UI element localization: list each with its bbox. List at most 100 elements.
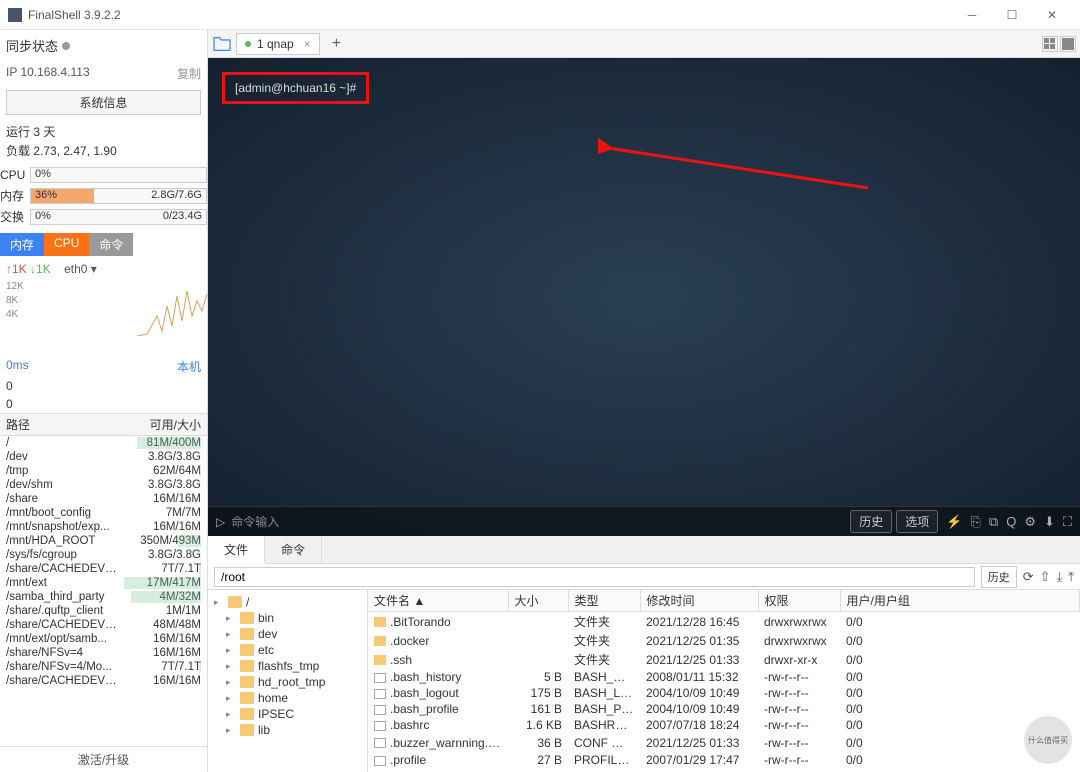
file-row[interactable]: .bashrc1.6 KBBASHRC ...2007/07/18 18:24-… bbox=[368, 717, 1080, 733]
add-tab-button[interactable]: + bbox=[324, 35, 349, 53]
disk-row[interactable]: /dev3.8G/3.8G bbox=[0, 450, 207, 464]
view-single-button[interactable] bbox=[1060, 36, 1076, 52]
window-title: FinalShell 3.9.2.2 bbox=[28, 8, 952, 22]
terminal[interactable]: [admin@hchuan16 ~]# bbox=[208, 58, 1080, 506]
disk-row[interactable]: /mnt/ext17M/417M bbox=[0, 576, 207, 590]
disk-row[interactable]: /share/NFSv=4/Mo...7T/7.1T bbox=[0, 660, 207, 674]
disk-row[interactable]: /mnt/boot_config7M/7M bbox=[0, 506, 207, 520]
swap-bar: 0%0/23.4G bbox=[30, 209, 207, 225]
refresh-icon[interactable]: ⟳ bbox=[1023, 569, 1034, 585]
search-icon[interactable]: Q bbox=[1006, 514, 1016, 529]
close-tab-icon[interactable]: × bbox=[304, 37, 311, 51]
col-mtime[interactable]: 修改时间 bbox=[640, 590, 758, 612]
uptime-text: 运行 3 天 bbox=[6, 123, 201, 142]
load-text: 负载 2.73, 2.47, 1.90 bbox=[6, 142, 201, 161]
file-row[interactable]: .bash_logout175 BBASH_LO...2004/10/09 10… bbox=[368, 685, 1080, 701]
col-name[interactable]: 文件名 ▲ bbox=[368, 590, 508, 612]
up-icon[interactable]: ⇧ bbox=[1040, 569, 1051, 585]
link-icon[interactable]: ⎘ bbox=[971, 514, 981, 530]
disk-row[interactable]: /sys/fs/cgroup3.8G/3.8G bbox=[0, 548, 207, 562]
tree-item[interactable]: ▸flashfs_tmp bbox=[212, 658, 363, 674]
mem-bar: 36%2.8G/7.6G bbox=[30, 188, 207, 204]
cpu-label: CPU bbox=[0, 168, 30, 182]
disk-col-path[interactable]: 路径 bbox=[6, 416, 121, 433]
net-up: ↑1K bbox=[6, 262, 27, 276]
maximize-button[interactable]: ☐ bbox=[992, 1, 1032, 29]
tree-item[interactable]: ▸dev bbox=[212, 626, 363, 642]
tab-memory[interactable]: 内存 bbox=[0, 233, 44, 256]
path-input[interactable] bbox=[214, 567, 975, 587]
tree-item[interactable]: ▸home bbox=[212, 690, 363, 706]
copy-icon[interactable]: ⧉ bbox=[989, 514, 998, 530]
net-down: ↓1K bbox=[30, 262, 51, 276]
disk-row[interactable]: /mnt/snapshot/exp...16M/16M bbox=[0, 520, 207, 534]
disk-row[interactable]: /mnt/ext/opt/samb...16M/16M bbox=[0, 632, 207, 646]
play-icon[interactable]: ▷ bbox=[216, 515, 225, 529]
tab-file[interactable]: 文件 bbox=[208, 536, 265, 564]
terminal-prompt: [admin@hchuan16 ~]# bbox=[235, 81, 356, 95]
path-history-button[interactable]: 历史 bbox=[981, 566, 1017, 588]
net-interface-select[interactable]: eth0 ▾ bbox=[64, 262, 97, 276]
status-dot-icon bbox=[245, 41, 251, 47]
sync-status-dot bbox=[62, 42, 70, 50]
app-icon bbox=[8, 8, 22, 22]
tab-cpu[interactable]: CPU bbox=[44, 233, 89, 256]
watermark: 什么值得买 bbox=[1024, 716, 1072, 764]
upload-file-icon[interactable]: ⤒ bbox=[1068, 569, 1074, 585]
tree-item[interactable]: ▸IPSEC bbox=[212, 706, 363, 722]
system-info-button[interactable]: 系统信息 bbox=[6, 90, 201, 115]
lightning-icon[interactable]: ⚡ bbox=[946, 514, 962, 530]
copy-button[interactable]: 复制 bbox=[177, 65, 201, 82]
disk-row[interactable]: /share/.quftp_client1M/1M bbox=[0, 604, 207, 618]
col-perm[interactable]: 权限 bbox=[758, 590, 840, 612]
disk-row[interactable]: /tmp62M/64M bbox=[0, 464, 207, 478]
col-type[interactable]: 类型 bbox=[568, 590, 640, 612]
activate-button[interactable]: 激活/升级 bbox=[0, 746, 207, 772]
file-row[interactable]: .profile27 BPROFILE ...2007/01/29 17:47-… bbox=[368, 752, 1080, 768]
disk-row[interactable]: /samba_third_party4M/32M bbox=[0, 590, 207, 604]
tab-command[interactable]: 命令 bbox=[265, 536, 322, 563]
tab-command[interactable]: 命令 bbox=[89, 233, 133, 256]
download-icon[interactable]: ⬇ bbox=[1044, 514, 1055, 530]
sync-label: 同步状态 bbox=[6, 36, 58, 55]
gear-icon[interactable]: ⚙ bbox=[1024, 514, 1036, 530]
disk-row[interactable]: /share/CACHEDEV1...16M/16M bbox=[0, 674, 207, 688]
folder-icon[interactable] bbox=[212, 36, 232, 52]
download-file-icon[interactable]: ⤓ bbox=[1057, 569, 1063, 585]
file-row[interactable]: .buzzer_warnning.co...36 BCONF 文件2021/12… bbox=[368, 733, 1080, 752]
tree-item[interactable]: ▸lib bbox=[212, 722, 363, 738]
net-chart bbox=[137, 286, 207, 336]
disk-row[interactable]: /mnt/HDA_ROOT350M/493M bbox=[0, 534, 207, 548]
disk-row[interactable]: /share16M/16M bbox=[0, 492, 207, 506]
col-size[interactable]: 大小 bbox=[508, 590, 568, 612]
file-row[interactable]: .bash_profile161 BBASH_PR...2004/10/09 1… bbox=[368, 701, 1080, 717]
disk-col-size[interactable]: 可用/大小 bbox=[121, 416, 201, 433]
command-input[interactable]: 命令输入 bbox=[231, 513, 846, 530]
file-row[interactable]: .BitTorando文件夹2021/12/28 16:45drwxrwxrwx… bbox=[368, 612, 1080, 632]
ip-label: IP 10.168.4.113 bbox=[6, 65, 90, 82]
annotation-arrow bbox=[598, 138, 878, 198]
col-owner[interactable]: 用户/用户组 bbox=[840, 590, 1080, 612]
history-button[interactable]: 历史 bbox=[850, 510, 892, 533]
options-button[interactable]: 选项 bbox=[896, 510, 938, 533]
tree-item[interactable]: ▸/ bbox=[212, 594, 363, 610]
disk-row[interactable]: /share/NFSv=416M/16M bbox=[0, 646, 207, 660]
tree-item[interactable]: ▸hd_root_tmp bbox=[212, 674, 363, 690]
disk-row[interactable]: /share/CACHEDEV1...48M/48M bbox=[0, 618, 207, 632]
disk-row[interactable]: /dev/shm3.8G/3.8G bbox=[0, 478, 207, 492]
file-row[interactable]: .ssh文件夹2021/12/25 01:33drwxr-xr-x0/0 bbox=[368, 650, 1080, 669]
minimize-button[interactable]: ─ bbox=[952, 1, 992, 29]
disk-row[interactable]: /share/CACHEDEV1...7T/7.1T bbox=[0, 562, 207, 576]
disk-row[interactable]: /81M/400M bbox=[0, 436, 207, 450]
file-row[interactable]: .docker文件夹2021/12/25 01:35drwxrwxrwx0/0 bbox=[368, 631, 1080, 650]
session-tab[interactable]: 1 qnap× bbox=[236, 33, 320, 55]
ping-host[interactable]: 本机 bbox=[177, 358, 201, 375]
cpu-bar: 0% bbox=[30, 167, 207, 183]
file-row[interactable]: .bash_history5 BBASH_HI...2008/01/11 15:… bbox=[368, 669, 1080, 685]
mem-label: 内存 bbox=[0, 187, 30, 204]
tree-item[interactable]: ▸bin bbox=[212, 610, 363, 626]
fullscreen-icon[interactable]: ⛶ bbox=[1063, 514, 1072, 530]
tree-item[interactable]: ▸etc bbox=[212, 642, 363, 658]
view-grid-button[interactable] bbox=[1042, 36, 1058, 52]
close-button[interactable]: ✕ bbox=[1032, 1, 1072, 29]
